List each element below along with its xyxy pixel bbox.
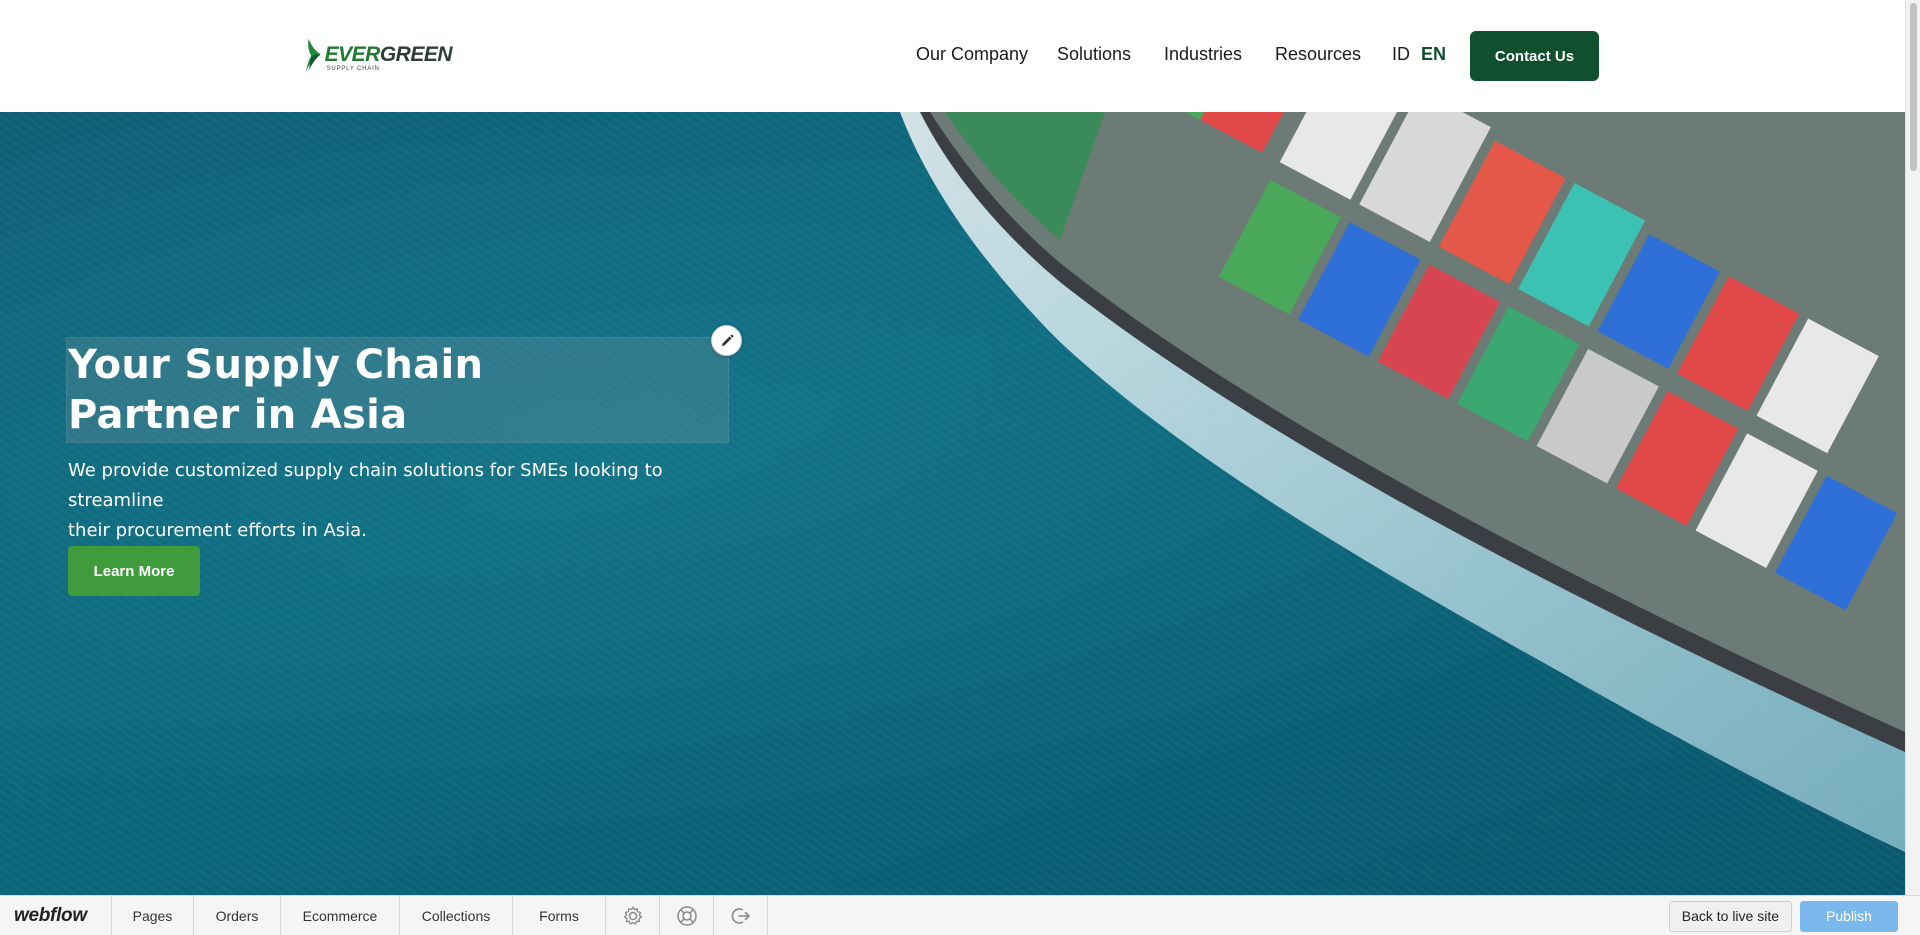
wf-pages[interactable]: Pages [112, 896, 194, 935]
logo-name-part2: GREEN [379, 43, 453, 66]
logo-text: EVERGREEN SUPPLY CHAIN [324, 43, 453, 73]
page-scrollbar[interactable] [1905, 0, 1920, 895]
logo-tagline: SUPPLY CHAIN [326, 66, 380, 72]
contact-us-button[interactable]: Contact Us [1470, 31, 1599, 81]
subtitle-line-1: We provide customized supply chain solut… [68, 460, 663, 511]
back-to-live-site-button[interactable]: Back to live site [1668, 900, 1792, 932]
site-header: EVERGREEN SUPPLY CHAIN Our Company Solut… [0, 0, 1905, 112]
hero-headline: Your Supply Chain Partner in Asia [68, 340, 668, 440]
wf-help[interactable] [660, 896, 714, 935]
wf-collections[interactable]: Collections [400, 896, 513, 935]
wf-orders[interactable]: Orders [194, 896, 281, 935]
nav-solutions[interactable]: Solutions [1057, 44, 1131, 65]
webflow-logo[interactable]: webflow [0, 896, 112, 935]
evergreen-logo[interactable]: EVERGREEN SUPPLY CHAIN [302, 28, 453, 84]
logo-name: EVERGREEN [324, 43, 453, 66]
learn-more-button[interactable]: Learn More [68, 546, 200, 596]
lang-id[interactable]: ID [1392, 44, 1410, 65]
pencil-icon [721, 334, 733, 346]
wf-logout[interactable] [714, 896, 768, 935]
hero-section: Your Supply Chain Partner in Asia We pro… [0, 112, 1905, 895]
page: EVERGREEN SUPPLY CHAIN Our Company Solut… [0, 0, 1920, 935]
gear-icon [623, 905, 642, 925]
wf-settings[interactable] [606, 896, 660, 935]
headline-line-1: Your Supply Chain [68, 342, 484, 388]
wf-ecommerce[interactable]: Ecommerce [281, 896, 400, 935]
hero-subtitle: We provide customized supply chain solut… [68, 456, 748, 546]
subtitle-line-2: their procurement efforts in Asia. [68, 520, 367, 541]
wf-right-actions: Back to live site Publish [1668, 896, 1920, 935]
help-icon [676, 905, 697, 926]
logo-name-part1: EVER [324, 43, 381, 66]
webflow-editor-bar: webflow Pages Orders Ecommerce Collectio… [0, 895, 1920, 935]
nav-our-company[interactable]: Our Company [916, 44, 1028, 65]
publish-button[interactable]: Publish [1800, 900, 1898, 932]
nav-resources[interactable]: Resources [1275, 44, 1361, 65]
edit-text-button[interactable] [711, 325, 742, 356]
logout-icon [731, 907, 750, 924]
wf-forms[interactable]: Forms [513, 896, 606, 935]
lang-en[interactable]: EN [1421, 44, 1446, 65]
headline-line-2: Partner in Asia [68, 392, 408, 438]
nav-industries[interactable]: Industries [1164, 44, 1242, 65]
scrollbar-thumb[interactable] [1910, 3, 1917, 171]
